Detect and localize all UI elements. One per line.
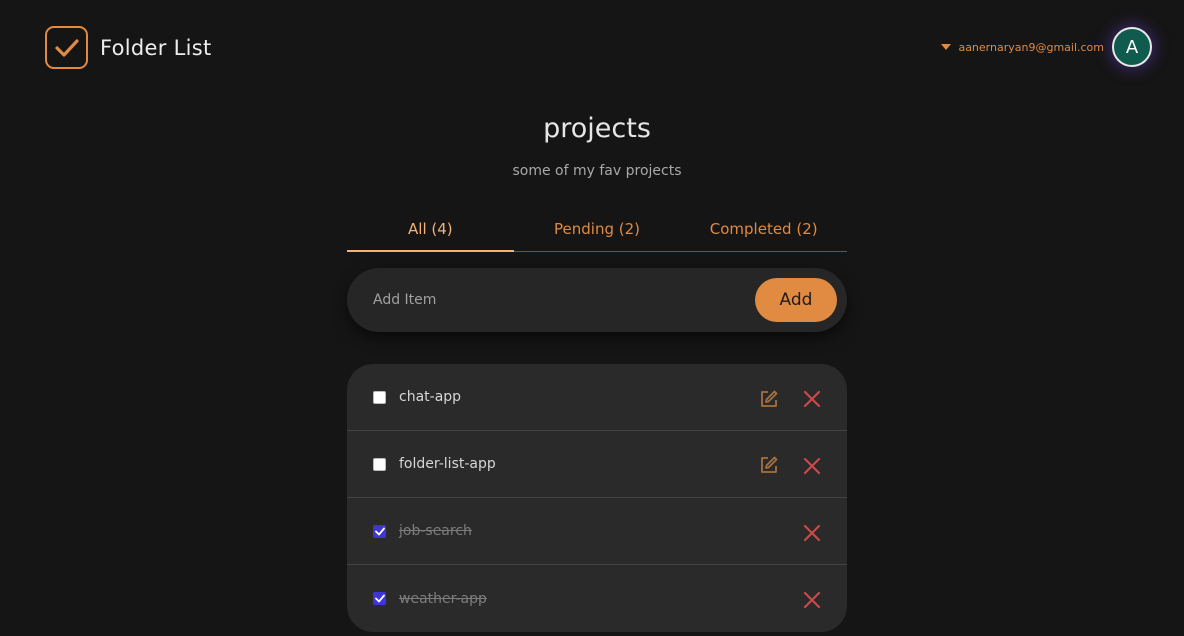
close-icon[interactable] [802,389,822,409]
avatar-initial: A [1125,36,1139,58]
tab-pending[interactable]: Pending (2) [514,216,681,251]
close-icon[interactable] [802,590,822,610]
list-item: weather-app [347,565,847,632]
close-icon[interactable] [802,456,822,476]
brand-title: Folder List [100,35,212,60]
add-item-input[interactable] [373,292,755,308]
check-icon [374,594,385,603]
item-label: weather-app [399,590,487,607]
item-label: job-search [399,523,472,539]
item-checkbox-checked[interactable] [373,592,386,605]
brand[interactable]: Folder List [45,26,212,69]
list-item: folder-list-app [347,431,847,498]
item-label: folder-list-app [399,456,496,472]
caret-down-icon[interactable] [941,44,952,50]
close-icon[interactable] [802,523,822,543]
page-description: some of my fav projects [512,163,682,179]
avatar[interactable]: A [1112,27,1152,67]
tab-all[interactable]: All (4) [347,216,514,252]
user-menu[interactable]: aanernaryan9@gmail.com A [941,27,1152,67]
user-email[interactable]: aanernaryan9@gmail.com [958,41,1104,54]
check-square-icon [45,26,88,69]
edit-icon[interactable] [759,455,779,475]
list-item: chat-app [347,364,847,431]
item-checkbox[interactable] [373,390,386,404]
tab-completed[interactable]: Completed (2) [680,216,847,251]
page-title: projects [543,113,651,144]
list-item: job-search [347,498,847,565]
filter-tabs: All (4) Pending (2) Completed (2) [347,216,847,252]
item-checkbox[interactable] [373,457,386,471]
add-button[interactable]: Add [755,278,837,322]
check-icon [374,527,385,535]
add-item-bar: Add [347,268,847,332]
item-label: chat-app [399,389,462,405]
item-checkbox-checked[interactable] [373,524,386,538]
item-list: chat-app folder-list-app job-search weat… [347,364,847,632]
app-root: Folder List aanernaryan9@gmail.com A pro… [0,0,1184,636]
edit-icon[interactable] [759,389,779,409]
